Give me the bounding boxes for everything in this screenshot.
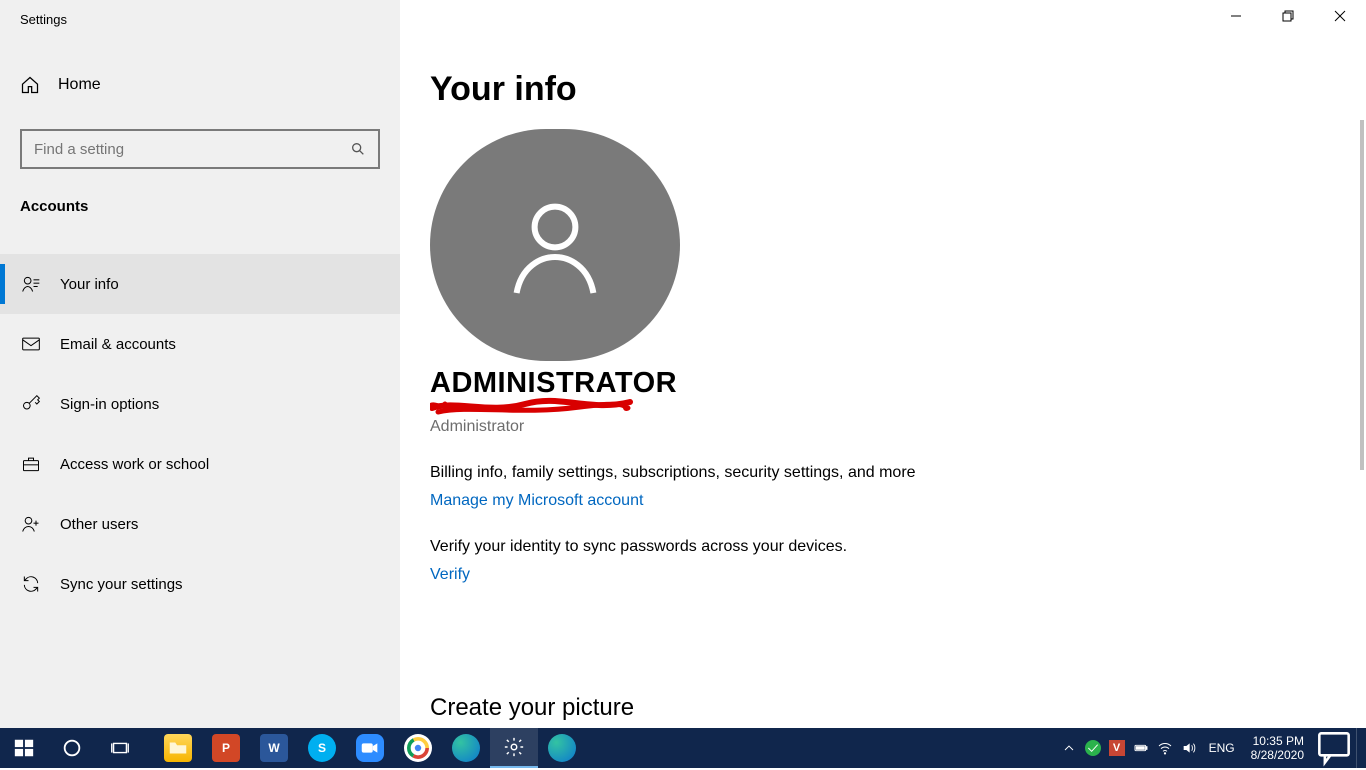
window-controls — [1210, 0, 1366, 40]
gear-icon — [503, 736, 525, 758]
check-circle-icon — [1085, 740, 1101, 756]
key-icon — [20, 393, 42, 415]
taskbar-app-edge[interactable] — [442, 728, 490, 768]
sidebar-item-label: Access work or school — [60, 456, 209, 473]
speaker-icon — [1181, 740, 1197, 756]
avatar — [430, 129, 680, 361]
manage-account-link[interactable]: Manage my Microsoft account — [430, 492, 643, 510]
sidebar-item-label: Other users — [60, 516, 138, 533]
tray-date: 8/28/2020 — [1251, 748, 1304, 762]
taskbar: P W S V ENG 10:35 PM 8/28/2020 — [0, 728, 1366, 768]
tray-volume[interactable] — [1177, 728, 1201, 768]
start-button[interactable] — [0, 728, 48, 768]
tray-clock[interactable]: 10:35 PM 8/28/2020 — [1243, 734, 1312, 762]
sync-icon — [20, 573, 42, 595]
search-input[interactable] — [34, 141, 350, 158]
zoom-icon — [356, 734, 384, 762]
home-button[interactable]: Home — [20, 75, 101, 95]
chevron-up-icon — [1061, 740, 1077, 756]
sidebar-item-other-users[interactable]: Other users — [0, 494, 400, 554]
sidebar-item-access-work-school[interactable]: Access work or school — [0, 434, 400, 494]
edge-icon — [548, 734, 576, 762]
verify-blurb: Verify your identity to sync passwords a… — [430, 538, 1336, 556]
content-scrollbar[interactable] — [1360, 120, 1364, 470]
action-center-button[interactable] — [1312, 728, 1356, 768]
sidebar-item-your-info[interactable]: Your info — [0, 254, 400, 314]
skype-icon: S — [308, 734, 336, 762]
search-icon — [350, 141, 366, 157]
sidebar-item-label: Sync your settings — [60, 576, 183, 593]
show-desktop-button[interactable] — [1356, 728, 1362, 768]
window-title: Settings — [20, 12, 67, 27]
your-info-icon — [20, 273, 42, 295]
user-role: Administrator — [430, 418, 1336, 436]
category-heading: Accounts — [20, 198, 88, 215]
word-icon: W — [260, 734, 288, 762]
settings-sidebar: Settings Home Accounts Your info — [0, 0, 400, 728]
minimize-button[interactable] — [1210, 0, 1262, 32]
wifi-icon — [1157, 740, 1173, 756]
user-name: ADMINISTRATOR — [430, 367, 1336, 400]
tray-wifi[interactable] — [1153, 728, 1177, 768]
tray-time: 10:35 PM — [1251, 734, 1304, 748]
cortana-button[interactable] — [48, 728, 96, 768]
mail-icon — [20, 333, 42, 355]
settings-content: Your info ADMINISTRATOR Administrator Bi… — [400, 0, 1366, 728]
taskbar-right: V ENG 10:35 PM 8/28/2020 — [1057, 728, 1366, 768]
sidebar-item-sync-settings[interactable]: Sync your settings — [0, 554, 400, 614]
settings-nav: Your info Email & accounts Sign-in optio… — [0, 254, 400, 614]
tray-battery[interactable] — [1129, 728, 1153, 768]
sidebar-item-email-accounts[interactable]: Email & accounts — [0, 314, 400, 374]
taskbar-app-skype[interactable]: S — [298, 728, 346, 768]
folder-icon — [164, 734, 192, 762]
notification-icon — [1312, 726, 1356, 770]
sidebar-item-label: Email & accounts — [60, 336, 176, 353]
task-view-button[interactable] — [96, 728, 144, 768]
maximize-button[interactable] — [1262, 0, 1314, 32]
home-label: Home — [58, 76, 101, 94]
verify-link[interactable]: Verify — [430, 566, 470, 584]
v-logo-icon: V — [1109, 740, 1125, 756]
edge-icon — [452, 734, 480, 762]
powerpoint-icon: P — [212, 734, 240, 762]
page-title: Your info — [430, 70, 1336, 109]
taskbar-app-word[interactable]: W — [250, 728, 298, 768]
taskbar-app-chrome[interactable] — [394, 728, 442, 768]
close-button[interactable] — [1314, 0, 1366, 32]
taskbar-app-settings[interactable] — [490, 728, 538, 768]
person-add-icon — [20, 513, 42, 535]
settings-window: Settings Home Accounts Your info — [0, 0, 1366, 728]
sidebar-item-label: Your info — [60, 276, 119, 293]
circle-icon — [61, 737, 83, 759]
briefcase-icon — [20, 453, 42, 475]
home-icon — [20, 75, 40, 95]
search-box[interactable] — [20, 129, 380, 169]
billing-blurb: Billing info, family settings, subscript… — [430, 464, 1336, 482]
taskbar-app-file-explorer[interactable] — [154, 728, 202, 768]
taskbar-app-edge-2[interactable] — [538, 728, 586, 768]
taskbar-app-powerpoint[interactable]: P — [202, 728, 250, 768]
tray-app-green[interactable] — [1081, 728, 1105, 768]
windows-icon — [13, 737, 35, 759]
battery-icon — [1133, 740, 1149, 756]
tray-language[interactable]: ENG — [1201, 741, 1243, 755]
taskbar-app-zoom[interactable] — [346, 728, 394, 768]
tray-overflow-button[interactable] — [1057, 728, 1081, 768]
chrome-icon — [404, 734, 432, 762]
create-picture-heading: Create your picture — [430, 694, 634, 722]
taskbar-left: P W S — [0, 728, 586, 768]
sidebar-item-signin-options[interactable]: Sign-in options — [0, 374, 400, 434]
person-icon — [495, 185, 615, 305]
tray-app-v[interactable]: V — [1105, 728, 1129, 768]
sidebar-item-label: Sign-in options — [60, 396, 159, 413]
task-view-icon — [109, 737, 131, 759]
